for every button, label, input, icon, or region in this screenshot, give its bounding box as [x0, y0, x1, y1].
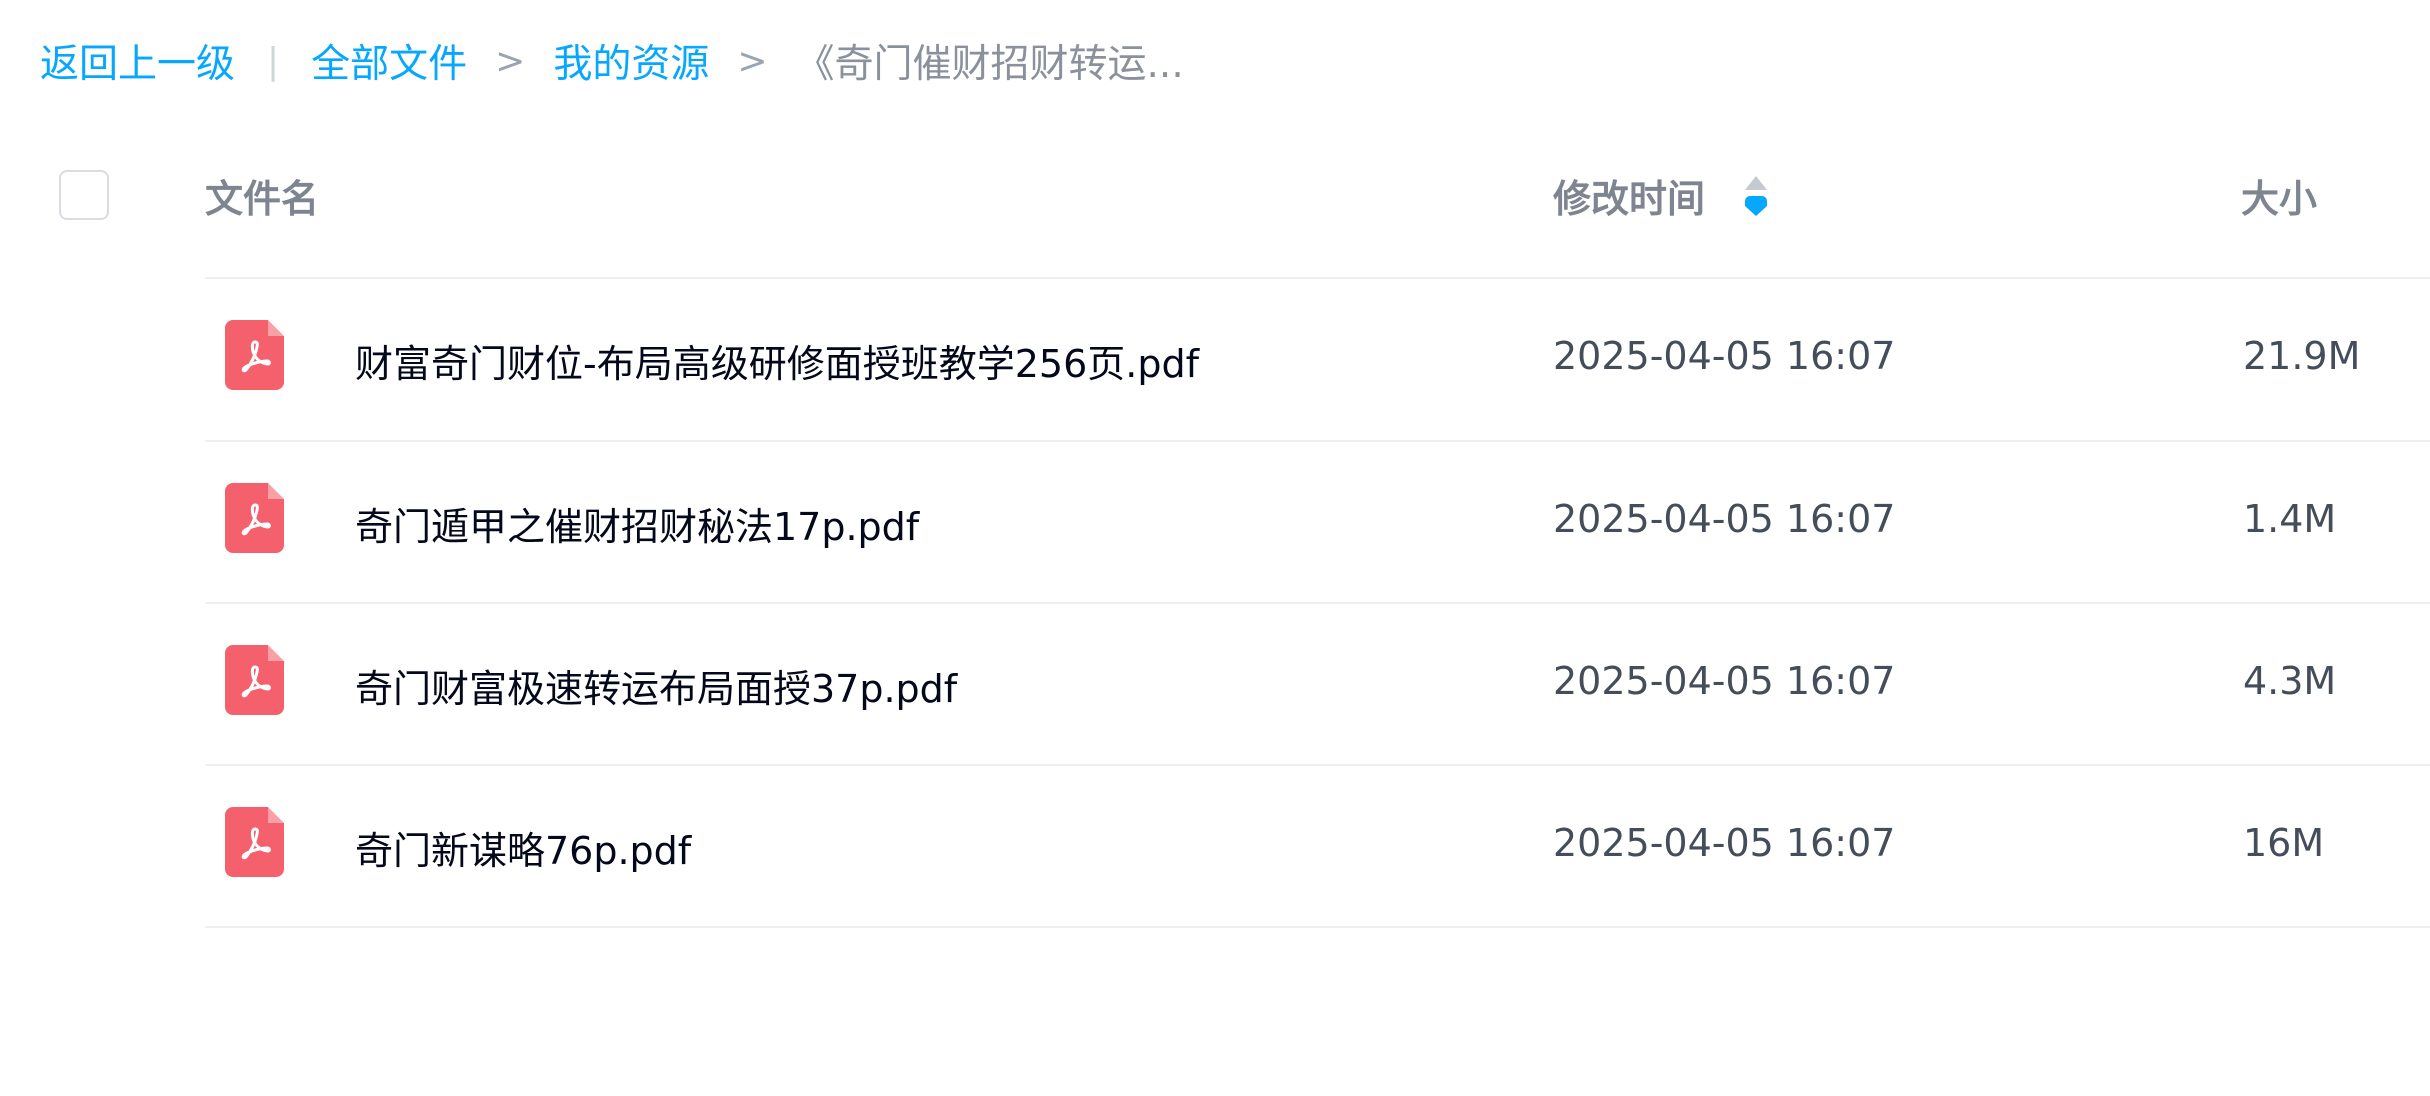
file-size: 21.9M: [2243, 334, 2361, 378]
breadcrumb-pipe: |: [267, 40, 280, 82]
select-all-checkbox[interactable]: [59, 170, 109, 220]
file-name[interactable]: 奇门遁甲之催财招财秘法17p.pdf: [355, 496, 919, 551]
pdf-icon: [225, 807, 284, 877]
breadcrumb-separator: >: [495, 40, 526, 82]
file-name[interactable]: 奇门财富极速转运布局面授37p.pdf: [355, 658, 957, 713]
file-modified-time: 2025-04-05 16:07: [1553, 334, 1896, 378]
pdf-icon: [225, 483, 284, 553]
breadcrumb-current-folder: 《奇门催财招财转运...: [795, 42, 1184, 87]
file-name[interactable]: 财富奇门财位-布局高级研修面授班教学256页.pdf: [355, 333, 1199, 388]
column-header-modified-label: 修改时间: [1553, 177, 1706, 221]
breadcrumb-my-resources[interactable]: 我的资源: [553, 33, 709, 89]
table-row[interactable]: 奇门遁甲之催财招财秘法17p.pdf 2025-04-05 16:07 1.4M: [0, 441, 2430, 603]
column-header-modified[interactable]: 修改时间: [1553, 168, 1768, 223]
back-link[interactable]: 返回上一级: [40, 33, 235, 89]
breadcrumb-separator: >: [737, 40, 768, 82]
file-size: 4.3M: [2243, 659, 2337, 703]
sort-descending-icon[interactable]: [1745, 175, 1768, 216]
column-header-size[interactable]: 大小: [2241, 168, 2317, 223]
breadcrumb-all-files[interactable]: 全部文件: [311, 33, 467, 89]
table-header: 文件名 修改时间 大小: [0, 150, 2430, 278]
file-modified-time: 2025-04-05 16:07: [1553, 659, 1896, 703]
file-size: 1.4M: [2243, 497, 2337, 541]
file-size: 16M: [2243, 821, 2325, 865]
pdf-icon: [225, 320, 284, 390]
file-modified-time: 2025-04-05 16:07: [1553, 821, 1896, 865]
table-row[interactable]: 奇门新谋略76p.pdf 2025-04-05 16:07 16M: [0, 765, 2430, 927]
breadcrumb: 返回上一级 | 全部文件 > 我的资源 > 《奇门催财招财转运...: [40, 26, 1184, 96]
file-name[interactable]: 奇门新谋略76p.pdf: [355, 820, 691, 875]
table-row[interactable]: 奇门财富极速转运布局面授37p.pdf 2025-04-05 16:07 4.3…: [0, 603, 2430, 765]
column-header-name[interactable]: 文件名: [205, 168, 319, 223]
pdf-icon: [225, 645, 284, 715]
file-modified-time: 2025-04-05 16:07: [1553, 497, 1896, 541]
table-row[interactable]: 财富奇门财位-布局高级研修面授班教学256页.pdf 2025-04-05 16…: [0, 278, 2430, 440]
divider: [205, 926, 2430, 928]
